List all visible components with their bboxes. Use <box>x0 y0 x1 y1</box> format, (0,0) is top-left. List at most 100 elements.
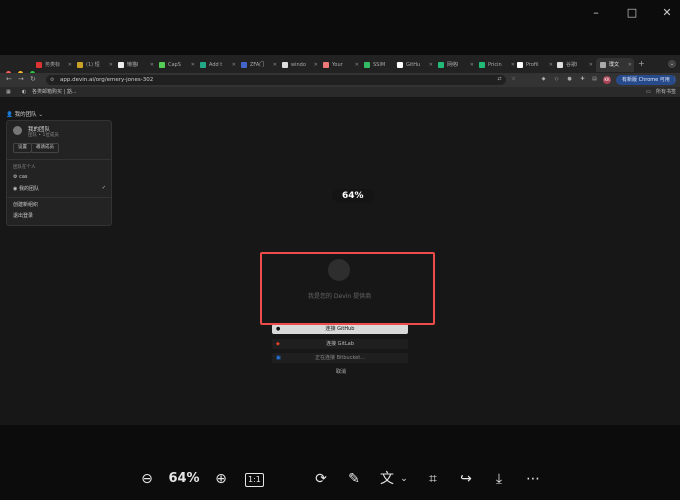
browser-tab[interactable]: GitHu ✕ <box>397 58 435 72</box>
bookmarks-bar: ▦ ◐ 各类邮箱购买 | 豁... ▭ 所有书签 <box>0 87 680 97</box>
address-bar-row: ← → ↻ ⚙ app.devin.ai/org/emery-jones-302… <box>0 73 680 87</box>
tab-close-icon[interactable]: ✕ <box>511 58 515 72</box>
text-select-icon[interactable]: ⌗ <box>423 469 443 489</box>
all-bookmarks-link[interactable]: 所有书签 <box>656 87 676 97</box>
tab-close-icon[interactable]: ✕ <box>549 58 553 72</box>
tab-close-icon[interactable]: ✕ <box>273 58 277 72</box>
settings-button[interactable]: 设置 <box>13 143 32 153</box>
tab-close-icon[interactable]: ✕ <box>68 58 72 72</box>
close-icon[interactable]: ✕ <box>660 6 674 20</box>
tab-label: windo <box>291 62 306 68</box>
url-field[interactable]: ⚙ app.devin.ai/org/emery-jones-302 <box>46 75 506 85</box>
site-info-icon[interactable]: ⚙ <box>50 75 54 85</box>
tab-favicon-icon <box>557 61 563 68</box>
rotate-icon[interactable]: ⟳ <box>311 469 331 489</box>
download-icon[interactable]: ⤓ <box>489 469 509 489</box>
extension-icon[interactable]: ◆ <box>540 76 547 83</box>
connect-gitlab-label: 连接 GitLab <box>326 341 354 347</box>
back-icon[interactable]: ← <box>6 75 12 83</box>
browser-tab[interactable]: 谷歌I ✕ <box>557 58 595 72</box>
share-icon[interactable]: ↪ <box>456 469 476 489</box>
browser-tab[interactable]: 网络I ✕ <box>438 58 476 72</box>
browser-tab[interactable]: ZFA门 ✕ <box>241 58 279 72</box>
zoom-level[interactable]: 64% <box>167 469 201 489</box>
tab-close-icon[interactable]: ✕ <box>191 58 195 72</box>
apps-icon[interactable]: ▦ <box>6 87 11 97</box>
actual-size-button[interactable]: 1:1 <box>245 473 264 487</box>
tab-label: 懒猫I <box>127 62 139 68</box>
tab-close-icon[interactable]: ✕ <box>628 58 632 72</box>
browser-tab[interactable]: Pricin ✕ <box>479 58 517 72</box>
new-tab-button[interactable]: + <box>638 59 645 68</box>
logout-item[interactable]: 退出登录 <box>13 212 33 219</box>
browser-tab[interactable]: (1) 短 ✕ <box>77 58 115 72</box>
puzzle-icon[interactable]: ✚ <box>579 76 586 83</box>
tab-favicon-icon <box>36 61 42 68</box>
team-switcher-button[interactable]: 👤 我的团队 ⌄ <box>6 110 43 118</box>
browser-tab[interactable]: 懒猫I ✕ <box>118 58 156 72</box>
gitlab-icon: ◆ <box>276 341 280 347</box>
folder-icon: ▭ <box>646 89 651 95</box>
tab-label: SSIM <box>373 62 386 68</box>
bookmark-item[interactable]: 各类邮箱购买 | 豁... <box>32 87 77 97</box>
annotation-highlight <box>260 252 435 325</box>
tab-label: GitHu <box>406 62 421 68</box>
tab-favicon-icon <box>200 61 206 68</box>
browser-tab[interactable]: CapS ✕ <box>159 58 197 72</box>
browser-tab[interactable]: windo ✕ <box>282 58 320 72</box>
forward-icon[interactable]: → <box>18 75 24 83</box>
maximize-icon[interactable]: □ <box>625 6 639 20</box>
viewer-toolbar: ⊖ 64% ⊕ 1:1 ⟳ ✎ 文 ⌄ ⌗ ↪ ⤓ ⋯ <box>0 455 680 500</box>
tab-close-icon[interactable]: ✕ <box>429 58 433 72</box>
chevron-down-icon[interactable]: ⌄ <box>399 469 409 489</box>
more-menu-icon[interactable]: ⋮ <box>671 76 678 83</box>
browser-tab-active[interactable]: 璞文 ✕ <box>596 58 634 72</box>
browser-tab[interactable]: Profil ✕ <box>517 58 555 72</box>
browser-tab[interactable]: Add t ✕ <box>200 58 238 72</box>
github-favicon-icon <box>397 61 403 68</box>
team-item-label: 我的团队 <box>18 186 39 192</box>
tab-close-icon[interactable]: ✕ <box>314 58 318 72</box>
tab-search-icon[interactable]: ⌄ <box>668 60 676 68</box>
zoom-out-icon[interactable]: ⊖ <box>137 469 157 489</box>
tab-close-icon[interactable]: ✕ <box>355 58 359 72</box>
bookmark-star-icon[interactable]: ☆ <box>510 76 517 83</box>
connect-bitbucket-label: 正在连接 Bitbucket... <box>315 355 365 361</box>
tab-favicon-icon <box>364 61 370 68</box>
team-item-cas[interactable]: ⚙ cas <box>13 174 28 180</box>
sidebar-icon[interactable]: ▤ <box>591 76 598 83</box>
tab-close-icon[interactable]: ✕ <box>109 58 113 72</box>
chevron-down-icon: ⌄ <box>38 112 43 118</box>
cancel-button[interactable]: 取消 <box>266 368 416 375</box>
minimize-icon[interactable]: – <box>589 6 603 20</box>
check-icon: ✓ <box>101 185 106 191</box>
browser-tab[interactable]: 务类标 ✕ <box>36 58 74 72</box>
tab-label: 网络I <box>447 62 459 68</box>
create-org-item[interactable]: 创建新组织 <box>13 201 38 208</box>
tab-close-icon[interactable]: ✕ <box>589 58 593 72</box>
profile-avatar[interactable]: KK <box>603 76 611 84</box>
tab-favicon-icon <box>282 61 288 68</box>
connect-gitlab-button[interactable]: ◆ 连接 GitLab <box>272 339 408 349</box>
reload-icon[interactable]: ↻ <box>30 75 36 83</box>
extension-icon[interactable]: ◇ <box>553 76 560 83</box>
zoom-in-icon[interactable]: ⊕ <box>211 469 231 489</box>
edit-pen-icon[interactable]: ✎ <box>344 469 364 489</box>
connect-bitbucket-button[interactable]: ▣ 正在连接 Bitbucket... <box>272 353 408 363</box>
connect-github-button[interactable]: ● 连接 GitHub <box>272 324 408 334</box>
team-item-mine[interactable]: ◉ 我的团队 <box>13 185 39 192</box>
user-icon: 👤 <box>6 112 13 118</box>
tab-close-icon[interactable]: ✕ <box>232 58 236 72</box>
invite-members-button[interactable]: 邀请成员 <box>31 143 59 153</box>
update-chrome-button[interactable]: 有新版 Chrome 可用 <box>616 75 676 85</box>
translate-icon[interactable]: ⇄ <box>496 76 503 83</box>
viewer-top-bar: – □ ✕ <box>0 0 680 52</box>
tab-close-icon[interactable]: ✕ <box>150 58 154 72</box>
more-options-icon[interactable]: ⋯ <box>523 469 543 489</box>
tab-close-icon[interactable]: ✕ <box>470 58 474 72</box>
tab-label: ZFA门 <box>250 62 265 68</box>
translate-text-icon[interactable]: 文 <box>377 469 397 489</box>
team-subtitle: 团队 • 1位成员 <box>28 133 59 138</box>
extension-icon[interactable]: ● <box>566 76 573 83</box>
browser-tab[interactable]: Your ✕ <box>323 58 361 72</box>
